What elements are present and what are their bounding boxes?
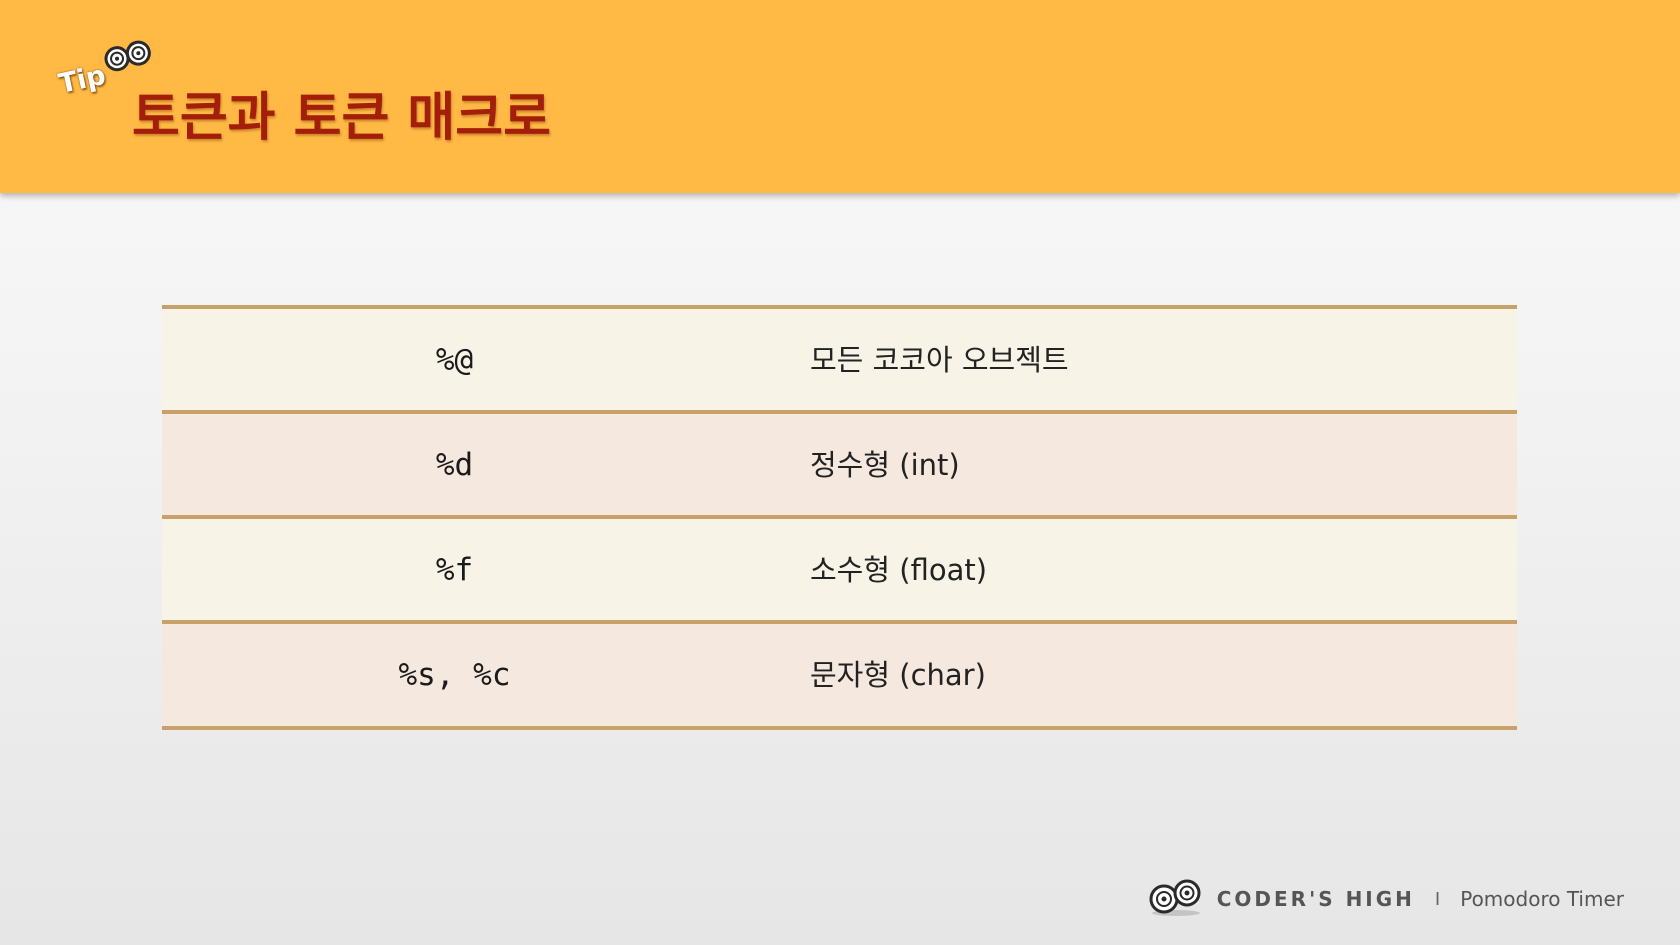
table-row: %s, %c 문자형 (char) <box>162 620 1517 730</box>
footer-brand: CODER'S HIGH I Pomodoro Timer <box>1147 877 1624 921</box>
table-row: %@ 모든 코코아 오브젝트 <box>162 305 1517 410</box>
table-cell-description: 문자형 (char) <box>810 658 986 692</box>
table-row: %f 소수형 (float) <box>162 515 1517 620</box>
tip-label: Tip <box>55 59 109 100</box>
table-cell-key: %d <box>435 446 474 483</box>
table-cell-description: 정수형 (int) <box>810 447 960 482</box>
footer-separator: I <box>1434 888 1441 910</box>
table-cell-description: 모든 코코아 오브젝트 <box>810 342 1069 377</box>
table-cell-key: %f <box>435 551 474 588</box>
brand-name: CODER'S HIGH <box>1216 887 1415 911</box>
table-cell-key: %s, %c <box>398 657 511 693</box>
table-cell-description: 소수형 (float) <box>810 552 988 587</box>
swirl-eyes-icon <box>101 37 155 78</box>
header-banner: Tip 토큰과 토큰 매크로 <box>0 0 1680 193</box>
swirl-eyes-icon <box>1147 877 1205 921</box>
footer-subtitle: Pomodoro Timer <box>1460 887 1624 911</box>
page-title: 토큰과 토큰 매크로 <box>132 88 551 148</box>
table-row: %d 정수형 (int) <box>162 410 1517 515</box>
table-cell-key: %@ <box>435 341 474 378</box>
format-specifier-table: %@ 모든 코코아 오브젝트 %d 정수형 (int) %f 소수형 (floa… <box>162 305 1517 730</box>
